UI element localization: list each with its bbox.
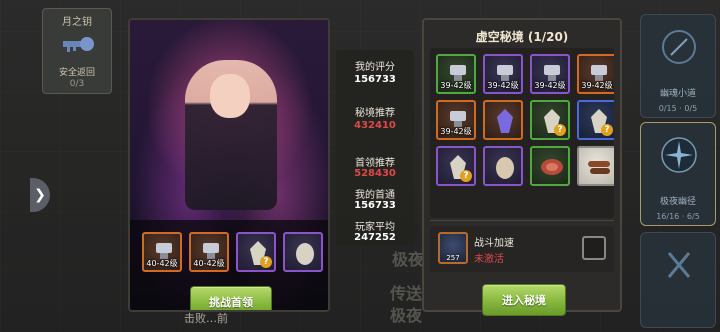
void-realm-title: 虚空秘境 (1/20) <box>475 30 569 44</box>
speed-boost-icon[interactable]: 257 <box>438 232 468 264</box>
tile-stats: 16/16 · 6/5 <box>656 212 700 221</box>
reward-level: 39-42级 <box>440 127 472 136</box>
bottom-hint: 击败…前 <box>184 312 228 325</box>
battle-speed-checkbox[interactable] <box>582 236 606 260</box>
meat-icon <box>541 159 563 175</box>
moon-key-title: 月之钥 <box>62 17 92 28</box>
void-reward-slot[interactable]: 39-42级 <box>530 54 570 94</box>
void-reward-scroll[interactable]: 39-42级 39-42级 39-42级 39-42级 39-42级??? <box>430 48 614 218</box>
wood-icon <box>588 161 610 174</box>
reward-level: 39-42级 <box>534 81 566 90</box>
background-text: 极夜 <box>390 306 423 325</box>
recommend-value: 432410 <box>354 120 396 131</box>
star-emblem-icon <box>661 137 697 173</box>
speed-boost-count: 257 <box>446 254 460 262</box>
first-clear-value: 156733 <box>354 200 396 211</box>
boss-panel: 40-42级 40-42级 ? 挑战首领 <box>128 18 330 312</box>
average-value: 247252 <box>354 232 396 243</box>
mystery-mark: ? <box>554 124 566 136</box>
moon-key-card[interactable]: 月之钥 安全返回 0/3 <box>42 8 112 94</box>
average-label: 玩家平均 <box>355 222 395 233</box>
reward-slot[interactable]: ? <box>236 232 276 272</box>
background-text: 极夜 <box>392 250 425 269</box>
void-reward-slot[interactable] <box>577 146 614 186</box>
stats-panel: 我的评分 156733 秘境推荐 432410 首领推荐 528430 我的首通… <box>336 50 414 246</box>
tile-stats: 0/15 · 0/5 <box>658 104 698 113</box>
tile-name: 幽魂小道 <box>659 89 696 99</box>
moon-key-subtitle: 安全返回 <box>58 68 95 78</box>
boss-face <box>210 74 250 118</box>
mystery-mark: ? <box>601 124 613 136</box>
void-reward-slot[interactable]: 39-42级 <box>483 54 523 94</box>
void-reward-slot[interactable]: 39-42级 <box>436 54 476 94</box>
reward-slot[interactable]: 40-42级 <box>189 232 229 272</box>
tile-name: 极夜幽径 <box>659 197 696 207</box>
egg-icon <box>496 157 514 179</box>
right-tile-polar-path[interactable]: 极夜幽径 16/16 · 6/5 <box>640 122 716 226</box>
void-reward-slot[interactable] <box>483 146 523 186</box>
purple-crystal-icon <box>497 109 513 133</box>
reward-level: 39-42级 <box>581 81 613 90</box>
void-reward-slot[interactable]: 39-42级 <box>577 54 614 94</box>
void-reward-grid: 39-42级 39-42级 39-42级 39-42级 39-42级??? <box>436 54 614 186</box>
my-score-value: 156733 <box>354 74 396 85</box>
enter-void-realm-button[interactable]: 进入秘境 <box>482 284 566 316</box>
portal-icon <box>662 30 696 64</box>
moon-key-count: 0/3 <box>69 79 85 89</box>
key-icon <box>63 37 94 52</box>
rune-icon <box>667 252 691 278</box>
challenge-boss-button[interactable]: 挑战首领 <box>190 286 272 310</box>
egg-icon <box>296 243 314 265</box>
right-tile-rune[interactable] <box>640 232 716 328</box>
boss-reward-list: 40-42级 40-42级 ? <box>142 232 323 272</box>
background-text: 传送 <box>390 284 423 303</box>
divider <box>430 220 614 221</box>
battle-speed-status: 未激活 <box>474 254 504 265</box>
mystery-mark: ? <box>460 170 472 182</box>
first-clear-label: 我的首通 <box>355 190 395 201</box>
battle-speed-row: 257 战斗加速 未激活 <box>430 226 614 272</box>
battle-speed-label: 战斗加速 <box>474 238 514 249</box>
void-reward-slot[interactable]: ? <box>436 146 476 186</box>
reward-level: 39-42级 <box>440 81 472 90</box>
void-reward-slot[interactable] <box>483 100 523 140</box>
reward-slot[interactable] <box>283 232 323 272</box>
reward-level: 40-42级 <box>193 259 225 268</box>
void-reward-slot[interactable]: 39-42级 <box>436 100 476 140</box>
reward-level: 39-42级 <box>487 81 519 90</box>
void-reward-slot[interactable] <box>530 146 570 186</box>
void-reward-slot[interactable]: ? <box>577 100 614 140</box>
boss-recommend-value: 528430 <box>354 168 396 179</box>
void-reward-slot[interactable]: ? <box>530 100 570 140</box>
reward-slot[interactable]: 40-42级 <box>142 232 182 272</box>
reward-level: 40-42级 <box>146 259 178 268</box>
void-realm-panel: 虚空秘境 (1/20) 39-42级 39-42级 39-42级 39-42级 39-4… <box>422 18 622 316</box>
recommend-label: 秘境推荐 <box>355 108 395 119</box>
mystery-mark: ? <box>260 256 272 268</box>
right-tile-ghost-path[interactable]: 幽魂小道 0/15 · 0/5 <box>640 14 716 118</box>
my-score-label: 我的评分 <box>355 62 395 73</box>
chevron-right-icon: ❯ <box>34 187 46 203</box>
boss-recommend-label: 首领推荐 <box>355 158 395 169</box>
